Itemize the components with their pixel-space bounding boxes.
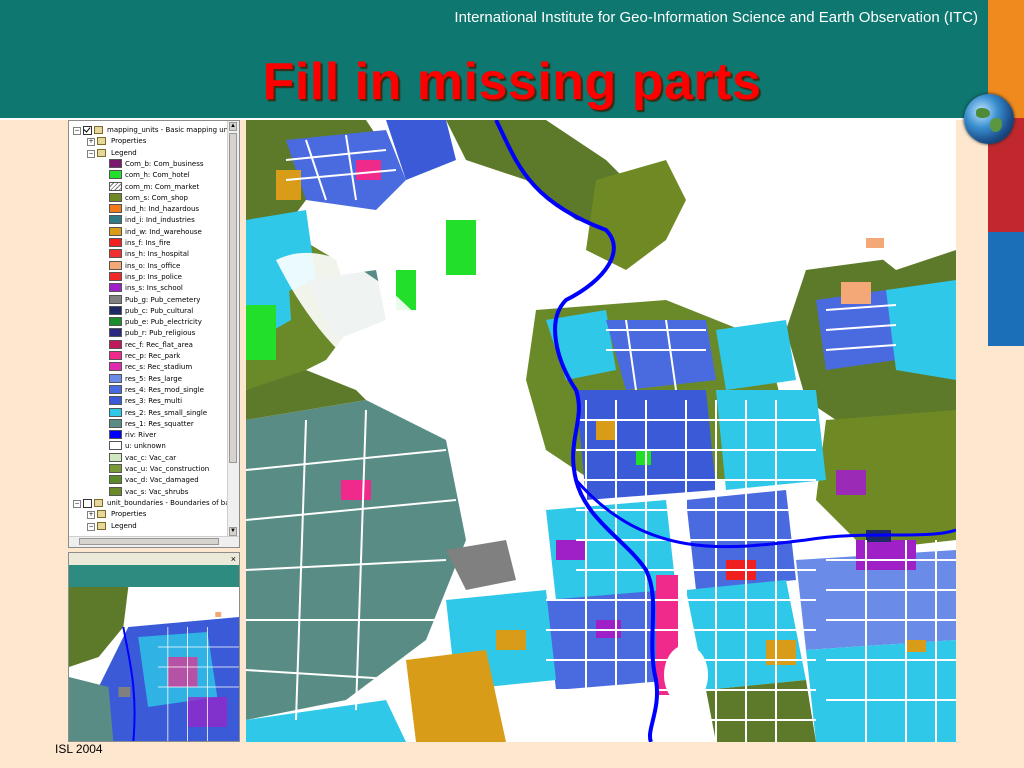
scroll-down-arrow-icon[interactable]: ▼ — [229, 527, 237, 536]
tree-label: vac_d: Vac_damaged — [125, 476, 199, 485]
legend-swatch — [109, 328, 122, 338]
legend-swatch — [109, 204, 122, 214]
legend-swatch — [109, 351, 122, 360]
legend-swatch — [109, 305, 122, 315]
tree-label: res_5: Res_large — [125, 374, 182, 383]
tree-label: ins_h: Ins_hospital — [125, 250, 189, 259]
tree-label: rec_s: Rec_stadium — [125, 363, 193, 372]
tree-label: Properties — [111, 510, 147, 519]
layer-icon — [94, 126, 103, 134]
legend-swatch — [109, 486, 122, 496]
tree-label: Com_b: Com_business — [125, 159, 204, 168]
properties-icon — [97, 137, 106, 146]
slide-title: Fill in missing parts — [262, 53, 762, 111]
tree-label: vac_s: Vac_shrubs — [125, 487, 189, 496]
legend-horizontal-scrollbar[interactable] — [69, 536, 239, 547]
tree-label: rec_f: Rec_flat_area — [125, 340, 193, 349]
tree-label: Properties — [111, 137, 147, 146]
legend-swatch — [109, 215, 122, 225]
overview-close-icon[interactable]: × — [231, 553, 236, 565]
tree-label: ins_s: Ins_school — [125, 284, 183, 293]
expand-box-icon[interactable]: + — [87, 511, 95, 520]
legend-swatch — [109, 260, 122, 270]
tree-label: ind_h: Ind_hazardous — [125, 205, 200, 214]
tree-label: com_s: Com_shop — [125, 193, 188, 202]
tree-label: pub_c: Pub_cultural — [125, 306, 194, 315]
collapse-box-icon[interactable]: − — [73, 499, 81, 508]
legend-swatch — [109, 283, 122, 293]
expand-box-icon[interactable]: + — [87, 138, 95, 147]
legend-vertical-scrollbar[interactable]: ▲ ▼ — [227, 121, 239, 547]
legend-swatch — [109, 441, 122, 451]
tree-label: ind_w: Ind_warehouse — [125, 227, 202, 236]
legend-swatch — [109, 418, 122, 428]
main-map-canvas[interactable] — [246, 120, 956, 742]
legend-swatch — [109, 475, 122, 485]
institute-name: International Institute for Geo-Informat… — [454, 9, 978, 26]
legend-swatch — [109, 271, 122, 281]
legend-swatch — [109, 238, 122, 247]
tree-label: rec_p: Rec_park — [125, 352, 181, 360]
footer-text: ISL 2004 — [55, 742, 103, 756]
globe-icon — [964, 94, 1014, 144]
layer-icon — [94, 498, 103, 507]
legend-swatch — [109, 339, 122, 349]
legend-swatch — [109, 384, 122, 394]
tree-label: unit_boundaries - Boundaries of ba — [107, 498, 230, 507]
tree-label: Pub_g: Pub_cemetery — [125, 295, 201, 304]
tree-label: pub_r: Pub_religious — [125, 329, 196, 338]
tree-label: mapping_units - Basic mapping unit — [107, 126, 233, 134]
properties-icon — [97, 510, 106, 519]
tree-label: res_4: Res_mod_single — [125, 385, 204, 394]
tree-label: Legend — [111, 521, 137, 530]
overview-map-panel: × — [68, 552, 240, 742]
scroll-thumb[interactable] — [229, 133, 237, 463]
tree-label: res_2: Res_small_single — [125, 408, 208, 417]
legend-swatch — [109, 373, 122, 383]
tree-label: res_3: Res_multi — [125, 397, 183, 406]
legend-icon — [97, 148, 106, 157]
layer-legend-panel: − mapping_units - Basic mapping unit + Prop… — [68, 120, 240, 548]
legend-swatch — [109, 226, 122, 236]
legend-icon — [97, 521, 106, 530]
layer-visibility-checkbox[interactable] — [83, 126, 92, 135]
overview-map[interactable] — [69, 587, 239, 742]
tree-label: ins_f: Ins_fire — [125, 239, 171, 247]
scroll-up-arrow-icon[interactable]: ▲ — [229, 122, 237, 131]
legend-swatch — [109, 294, 122, 304]
legend-swatch — [109, 452, 122, 462]
legend-swatch — [109, 317, 122, 327]
tree-label: com_m: Com_market — [125, 182, 200, 191]
collapse-box-icon[interactable]: − — [87, 522, 95, 531]
legend-swatch — [109, 407, 122, 417]
tree-label: vac_c: Vac_car — [125, 453, 177, 462]
tree-label: com_h: Com_hotel — [125, 171, 190, 180]
overview-strip — [69, 565, 239, 587]
horizontal-scroll-thumb[interactable] — [79, 538, 219, 545]
tree-label: u: unknown — [125, 442, 166, 451]
legend-swatch — [109, 170, 122, 180]
legend-swatch — [109, 192, 122, 202]
legend-swatch — [109, 464, 122, 473]
tree-label: vac_u: Vac_construction — [125, 465, 210, 473]
tree-label: riv: River — [125, 431, 157, 440]
tree-label: ins_p: Ins_police — [125, 272, 182, 281]
tree-label: pub_e: Pub_electricity — [125, 318, 202, 327]
tree-label: res_1: Res_squatter — [125, 419, 194, 428]
tree-label: ind_i: Ind_industries — [125, 216, 195, 225]
legend-swatch — [109, 362, 122, 372]
stripe-blue — [988, 232, 1024, 346]
collapse-box-icon[interactable]: − — [87, 149, 95, 158]
tree-label: ins_o: Ins_office — [125, 261, 181, 270]
legend-swatch — [109, 430, 122, 440]
legend-swatch — [109, 181, 122, 191]
tree-label: Legend — [111, 148, 137, 157]
legend-swatch — [109, 158, 122, 168]
legend-swatch — [109, 396, 122, 406]
legend-swatch — [109, 249, 122, 259]
collapse-box-icon[interactable]: − — [73, 127, 81, 135]
layer-visibility-checkbox[interactable] — [83, 498, 92, 508]
